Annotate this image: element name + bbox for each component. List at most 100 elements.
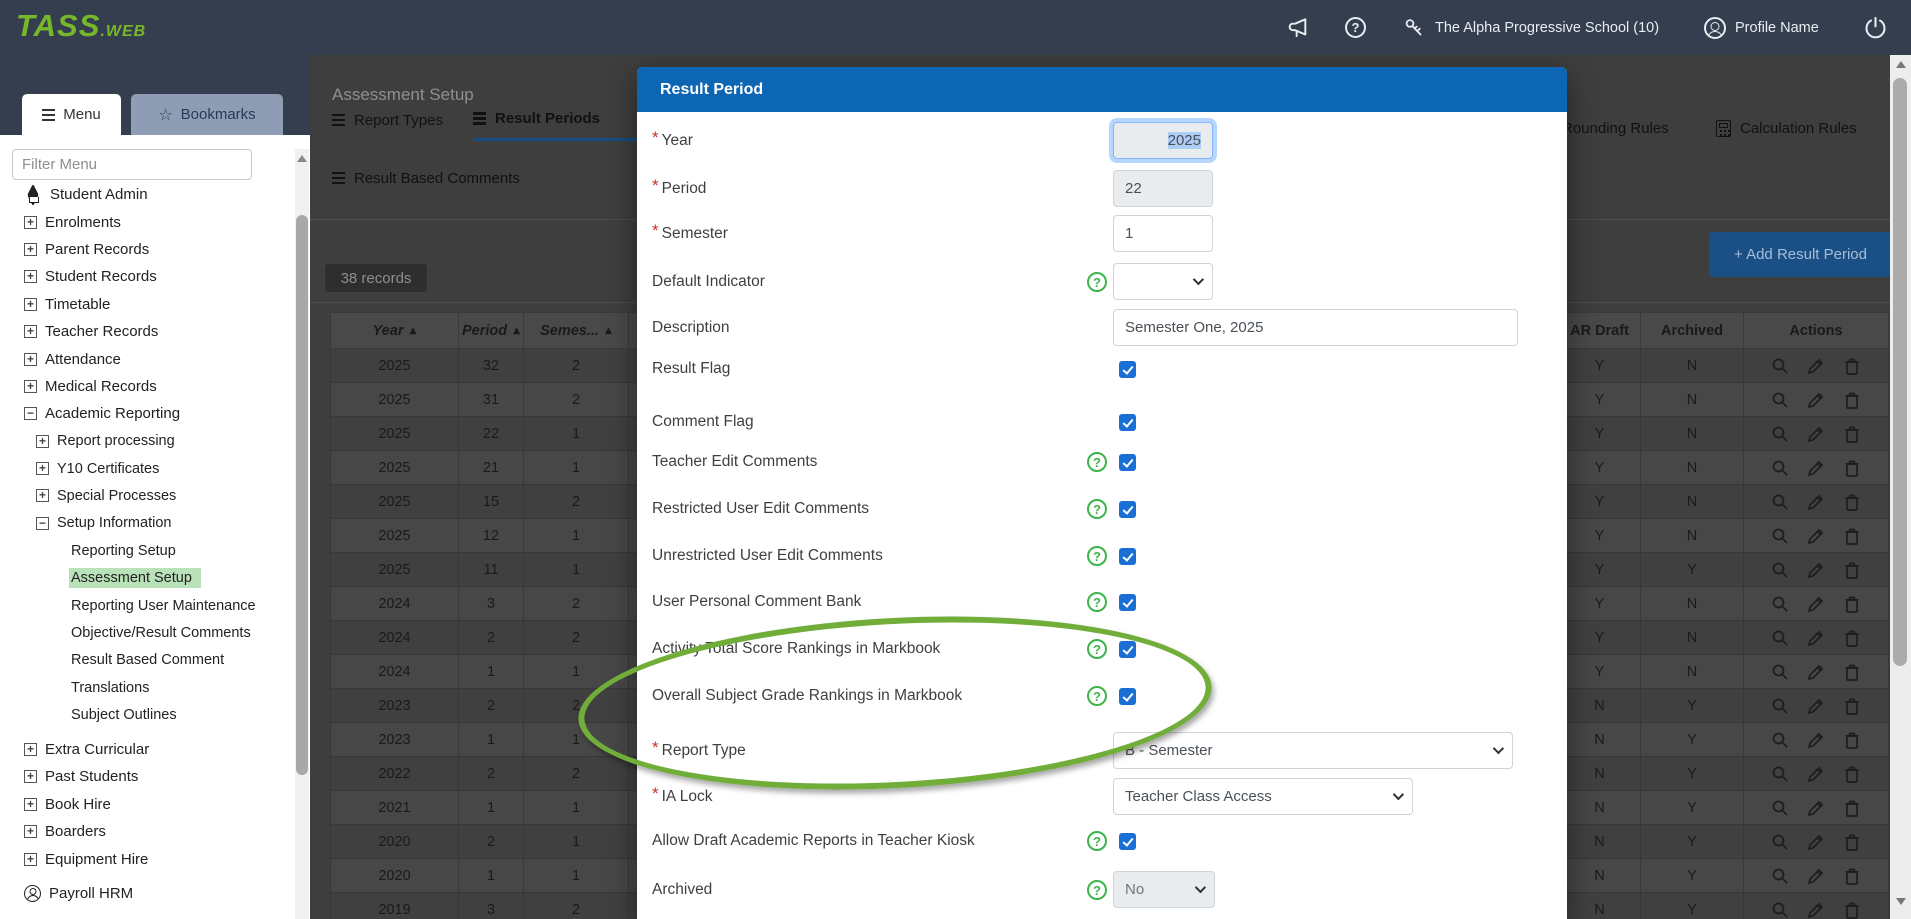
tab-result-based-comments[interactable]: Result Based Comments — [332, 163, 520, 193]
view-icon[interactable] — [1770, 458, 1790, 478]
edit-icon[interactable] — [1806, 832, 1826, 852]
tree-icon[interactable] — [24, 407, 37, 420]
tree-icon[interactable] — [24, 885, 41, 902]
sidebar-item[interactable]: Report processing — [0, 428, 294, 455]
edit-icon[interactable] — [1806, 560, 1826, 580]
column-header-semester[interactable]: Semes...▲ — [524, 313, 629, 349]
tree-icon[interactable] — [24, 380, 37, 393]
semester-input[interactable]: 1 — [1113, 215, 1213, 252]
sidebar-item[interactable]: Translations — [0, 674, 294, 701]
tree-icon[interactable] — [36, 462, 49, 475]
view-icon[interactable] — [1770, 356, 1790, 376]
sidebar-item[interactable]: Objective/Result Comments — [0, 619, 294, 646]
page-scrollbar-thumb[interactable] — [1893, 78, 1907, 666]
column-header-year[interactable]: Year▲ — [331, 313, 459, 349]
delete-icon[interactable] — [1842, 696, 1862, 716]
edit-icon[interactable] — [1806, 458, 1826, 478]
column-header-period[interactable]: Period▲ — [459, 313, 524, 349]
edit-icon[interactable] — [1806, 696, 1826, 716]
ia-lock-select[interactable]: Teacher Class Access — [1113, 778, 1413, 815]
delete-icon[interactable] — [1842, 730, 1862, 750]
delete-icon[interactable] — [1842, 458, 1862, 478]
delete-icon[interactable] — [1842, 662, 1862, 682]
sidebar-item[interactable]: Parent Records — [0, 236, 294, 263]
view-icon[interactable] — [1770, 594, 1790, 614]
help-icon[interactable]: ? — [1087, 592, 1107, 612]
help-icon[interactable]: ? — [1087, 452, 1107, 472]
view-icon[interactable] — [1770, 764, 1790, 784]
help-icon[interactable]: ? — [1087, 831, 1107, 851]
sidebar-item[interactable]: Boarders — [0, 818, 294, 845]
column-header-ar-draft[interactable]: AR Draft — [1559, 313, 1641, 349]
user-personal-comment-bank-checkbox[interactable] — [1119, 594, 1136, 611]
profile-menu[interactable]: Profile Name — [1704, 0, 1819, 55]
view-icon[interactable] — [1770, 730, 1790, 750]
tree-icon[interactable] — [24, 743, 37, 756]
tree-icon[interactable] — [24, 325, 37, 338]
help-icon[interactable]: ? — [1087, 499, 1107, 519]
edit-icon[interactable] — [1806, 628, 1826, 648]
delete-icon[interactable] — [1842, 798, 1862, 818]
unrestricted-user-edit-comments-checkbox[interactable] — [1119, 548, 1136, 565]
sidebar-item[interactable]: Student Records — [0, 263, 294, 290]
tab-report-types[interactable]: Report Types — [332, 105, 443, 135]
tree-icon[interactable] — [24, 825, 37, 838]
sidebar-item[interactable]: Enrolments — [0, 208, 294, 235]
announcements-button[interactable] — [1288, 0, 1314, 55]
sidebar-item[interactable]: Extra Curricular — [0, 736, 294, 763]
sidebar-item[interactable]: Book Hire — [0, 791, 294, 818]
sidebar-item[interactable]: Subject Outlines — [0, 701, 294, 728]
sidebar-item[interactable]: Past Students — [0, 763, 294, 790]
tree-icon[interactable] — [24, 216, 37, 229]
edit-icon[interactable] — [1806, 730, 1826, 750]
view-icon[interactable] — [1770, 424, 1790, 444]
delete-icon[interactable] — [1842, 492, 1862, 512]
sidebar-item[interactable]: Payroll HRM — [0, 880, 294, 907]
delete-icon[interactable] — [1842, 866, 1862, 886]
default-indicator-select[interactable] — [1113, 263, 1213, 300]
edit-icon[interactable] — [1806, 492, 1826, 512]
edit-icon[interactable] — [1806, 594, 1826, 614]
tree-icon[interactable] — [24, 353, 37, 366]
edit-icon[interactable] — [1806, 390, 1826, 410]
view-icon[interactable] — [1770, 492, 1790, 512]
sidebar-item[interactable]: Reporting User Maintenance — [0, 592, 294, 619]
tree-icon[interactable] — [24, 270, 37, 283]
tab-bookmarks[interactable]: ☆ Bookmarks — [131, 94, 283, 135]
tree-icon[interactable] — [36, 517, 49, 530]
edit-icon[interactable] — [1806, 526, 1826, 546]
report-type-select[interactable]: B - Semester — [1113, 732, 1513, 769]
delete-icon[interactable] — [1842, 764, 1862, 784]
filter-menu-input[interactable] — [12, 149, 252, 180]
comment-flag-checkbox[interactable] — [1119, 414, 1136, 431]
help-icon[interactable]: ? — [1087, 272, 1107, 292]
sidebar-item[interactable]: Reporting Setup — [0, 537, 294, 564]
edit-icon[interactable] — [1806, 662, 1826, 682]
tree-icon[interactable] — [24, 188, 42, 202]
view-icon[interactable] — [1770, 900, 1790, 919]
scroll-up-arrow[interactable] — [1896, 61, 1906, 68]
sidebar-item[interactable]: Academic Reporting — [0, 400, 294, 427]
view-icon[interactable] — [1770, 390, 1790, 410]
tab-calculation-rules[interactable]: Calculation Rules — [1716, 113, 1857, 143]
tree-icon[interactable] — [24, 770, 37, 783]
delete-icon[interactable] — [1842, 526, 1862, 546]
delete-icon[interactable] — [1842, 832, 1862, 852]
delete-icon[interactable] — [1842, 356, 1862, 376]
sidebar-item[interactable]: Special Processes — [0, 482, 294, 509]
year-input[interactable]: 2025 — [1113, 122, 1213, 159]
column-header-archived[interactable]: Archived — [1641, 313, 1744, 349]
tab-menu[interactable]: Menu — [22, 94, 121, 135]
delete-icon[interactable] — [1842, 594, 1862, 614]
help-icon[interactable]: ? — [1087, 546, 1107, 566]
scroll-up-arrow[interactable] — [297, 155, 307, 162]
period-input[interactable]: 22 — [1113, 170, 1213, 207]
result-flag-checkbox[interactable] — [1119, 361, 1136, 378]
edit-icon[interactable] — [1806, 900, 1826, 919]
view-icon[interactable] — [1770, 696, 1790, 716]
restricted-user-edit-comments-checkbox[interactable] — [1119, 501, 1136, 518]
help-button[interactable]: ? — [1345, 0, 1366, 55]
sidebar-item[interactable]: Medical Records — [0, 373, 294, 400]
tree-icon[interactable] — [24, 798, 37, 811]
delete-icon[interactable] — [1842, 390, 1862, 410]
